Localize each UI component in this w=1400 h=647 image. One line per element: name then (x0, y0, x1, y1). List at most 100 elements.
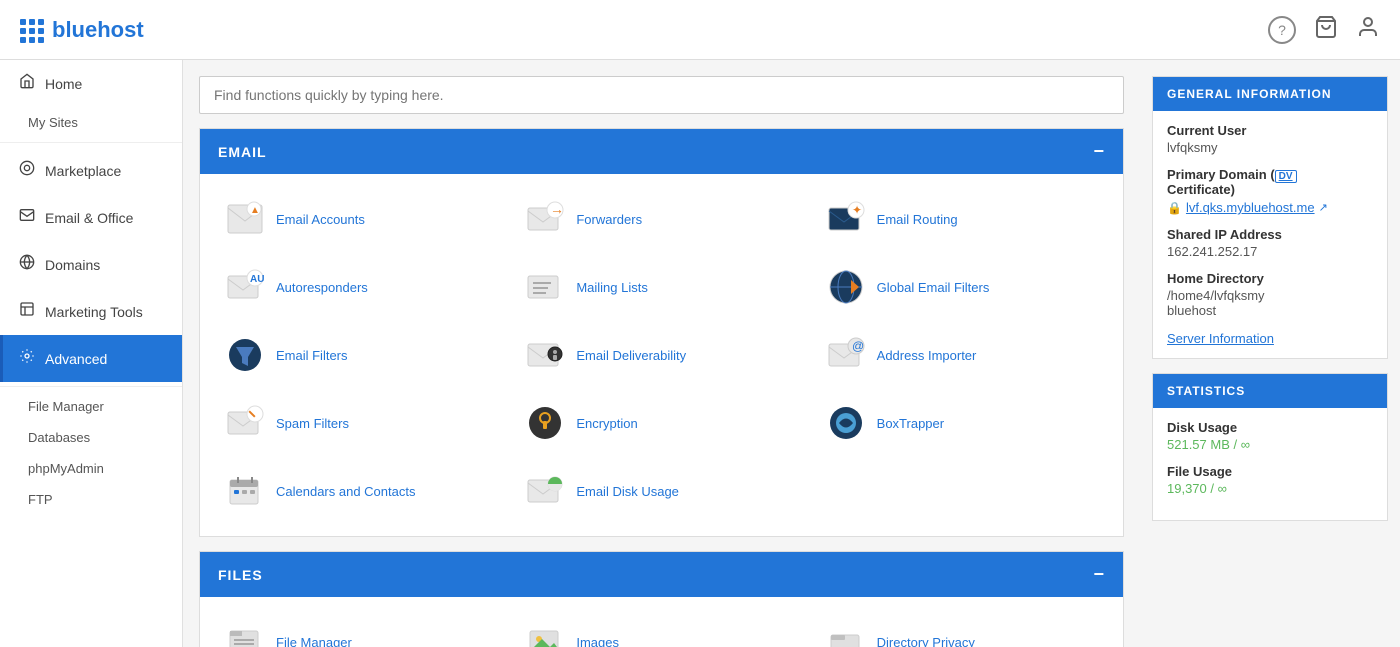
home-dir-value: /home4/lvfqksmy (1167, 288, 1373, 303)
sidebar-sub-phpmyadmin[interactable]: phpMyAdmin (0, 453, 182, 484)
forwarders-label: Forwarders (576, 212, 642, 227)
global-email-filters-icon (825, 266, 867, 308)
logo-grid-icon (20, 19, 42, 41)
sidebar-sub-databases[interactable]: Databases (0, 422, 182, 453)
images-item[interactable]: Images (516, 613, 806, 647)
global-email-filters-item[interactable]: Global Email Filters (817, 258, 1107, 316)
ftp-sub-label: FTP (28, 492, 53, 507)
current-user-value: lvfqksmy (1167, 140, 1373, 155)
sidebar-sub-file-manager[interactable]: File Manager (0, 391, 182, 422)
email-deliverability-icon (524, 334, 566, 376)
sidebar-item-marketing-tools[interactable]: Marketing Tools (0, 288, 182, 335)
home-icon (19, 73, 35, 94)
spam-filters-icon (224, 402, 266, 444)
advanced-icon (19, 348, 35, 369)
mailing-lists-label: Mailing Lists (576, 280, 648, 295)
general-info-title: GENERAL INFORMATION (1167, 87, 1332, 101)
home-dir-sub: bluehost (1167, 303, 1373, 318)
email-disk-usage-item[interactable]: Email Disk Usage (516, 462, 806, 520)
search-input[interactable] (199, 76, 1124, 114)
shared-ip-row: Shared IP Address 162.241.252.17 (1167, 227, 1373, 259)
mailing-lists-item[interactable]: Mailing Lists (516, 258, 806, 316)
email-collapse-icon[interactable]: − (1093, 141, 1105, 162)
file-manager-sub-label: File Manager (28, 399, 104, 414)
marketing-icon (19, 301, 35, 322)
general-info-body: Current User lvfqksmy Primary Domain (DV… (1153, 111, 1387, 358)
autoresponders-item[interactable]: AUTO Autoresponders (216, 258, 506, 316)
statistics-title: STATISTICS (1167, 384, 1245, 398)
home-dir-row: Home Directory /home4/lvfqksmy bluehost (1167, 271, 1373, 318)
email-filters-item[interactable]: Email Filters (216, 326, 506, 384)
forwarders-item[interactable]: → Forwarders (516, 190, 806, 248)
encryption-item[interactable]: Encryption (516, 394, 806, 452)
sidebar-home-label: Home (45, 76, 82, 92)
email-routing-label: Email Routing (877, 212, 958, 227)
autoresponders-label: Autoresponders (276, 280, 368, 295)
dv-badge[interactable]: DV (1275, 170, 1297, 183)
boxtrapper-item[interactable]: BoxTrapper (817, 394, 1107, 452)
directory-privacy-label: Directory Privacy (877, 635, 975, 647)
address-importer-icon: @ (825, 334, 867, 376)
user-icon[interactable] (1356, 15, 1380, 45)
email-deliverability-label: Email Deliverability (576, 348, 686, 363)
sidebar-item-home[interactable]: Home (0, 60, 182, 107)
primary-domain-label: Primary Domain (DV Certificate) (1167, 167, 1373, 197)
right-panel: GENERAL INFORMATION Current User lvfqksm… (1140, 60, 1400, 647)
sidebar-item-my-sites[interactable]: My Sites (0, 107, 182, 138)
sidebar-sub-ftp[interactable]: FTP (0, 484, 182, 515)
svg-text:@: @ (852, 339, 864, 353)
help-icon[interactable]: ? (1268, 16, 1296, 44)
mailing-lists-icon (524, 266, 566, 308)
forwarders-icon: → (524, 198, 566, 240)
general-info-header: GENERAL INFORMATION (1153, 77, 1387, 111)
files-section-body: File Manager Images (200, 597, 1123, 647)
svg-text:▲: ▲ (250, 205, 260, 216)
email-accounts-label: Email Accounts (276, 212, 365, 227)
directory-privacy-item[interactable]: Directory Privacy (817, 613, 1107, 647)
email-deliverability-item[interactable]: Email Deliverability (516, 326, 806, 384)
cart-icon[interactable] (1314, 15, 1338, 45)
email-accounts-item[interactable]: ▲ Email Accounts (216, 190, 506, 248)
server-info-link[interactable]: Server Information (1167, 331, 1274, 346)
encryption-label: Encryption (576, 416, 637, 431)
phpmyadmin-sub-label: phpMyAdmin (28, 461, 104, 476)
sidebar-item-email-office[interactable]: Email & Office (0, 194, 182, 241)
logo-text: bluehost (52, 17, 144, 43)
header-icons: ? (1268, 15, 1380, 45)
email-accounts-icon: ▲ (224, 198, 266, 240)
global-email-filters-label: Global Email Filters (877, 280, 990, 295)
sidebar-item-domains[interactable]: Domains (0, 241, 182, 288)
sidebar-marketplace-label: Marketplace (45, 163, 121, 179)
sidebar-advanced-label: Advanced (45, 351, 107, 367)
content-area: EMAIL − ▲ Em (183, 60, 1140, 647)
disk-usage-value: 521.57 MB / ∞ (1167, 437, 1373, 452)
encryption-icon (524, 402, 566, 444)
server-info-row: Server Information (1167, 330, 1373, 346)
calendars-contacts-item[interactable]: Calendars and Contacts (216, 462, 506, 520)
external-link-icon[interactable]: ↗ (1319, 201, 1328, 214)
sidebar-item-advanced[interactable]: Advanced (0, 335, 182, 382)
spam-filters-item[interactable]: Spam Filters (216, 394, 506, 452)
primary-domain-row: Primary Domain (DV Certificate) 🔒 lvf.qk… (1167, 167, 1373, 215)
file-usage-value: 19,370 / ∞ (1167, 481, 1373, 496)
sidebar-divider-1 (0, 142, 182, 143)
files-section-header: FILES − (200, 552, 1123, 597)
boxtrapper-label: BoxTrapper (877, 416, 944, 431)
file-manager-item[interactable]: File Manager (216, 613, 506, 647)
email-routing-item[interactable]: ✦ Email Routing (817, 190, 1107, 248)
primary-domain-value[interactable]: lvf.qks.mybluehost.me (1186, 200, 1315, 215)
file-usage-row: File Usage 19,370 / ∞ (1167, 464, 1373, 496)
email-filters-label: Email Filters (276, 348, 348, 363)
files-collapse-icon[interactable]: − (1093, 564, 1105, 585)
sidebar-item-marketplace[interactable]: Marketplace (0, 147, 182, 194)
general-info-box: GENERAL INFORMATION Current User lvfqksm… (1152, 76, 1388, 359)
email-disk-usage-label: Email Disk Usage (576, 484, 679, 499)
images-label: Images (576, 635, 619, 647)
email-section-body: ▲ Email Accounts → Fo (200, 174, 1123, 536)
address-importer-item[interactable]: @ Address Importer (817, 326, 1107, 384)
databases-sub-label: Databases (28, 430, 90, 445)
calendars-contacts-icon (224, 470, 266, 512)
main-layout: Home My Sites Marketplace Email & Office… (0, 60, 1400, 647)
calendars-contacts-label: Calendars and Contacts (276, 484, 415, 499)
current-user-label: Current User (1167, 123, 1373, 138)
